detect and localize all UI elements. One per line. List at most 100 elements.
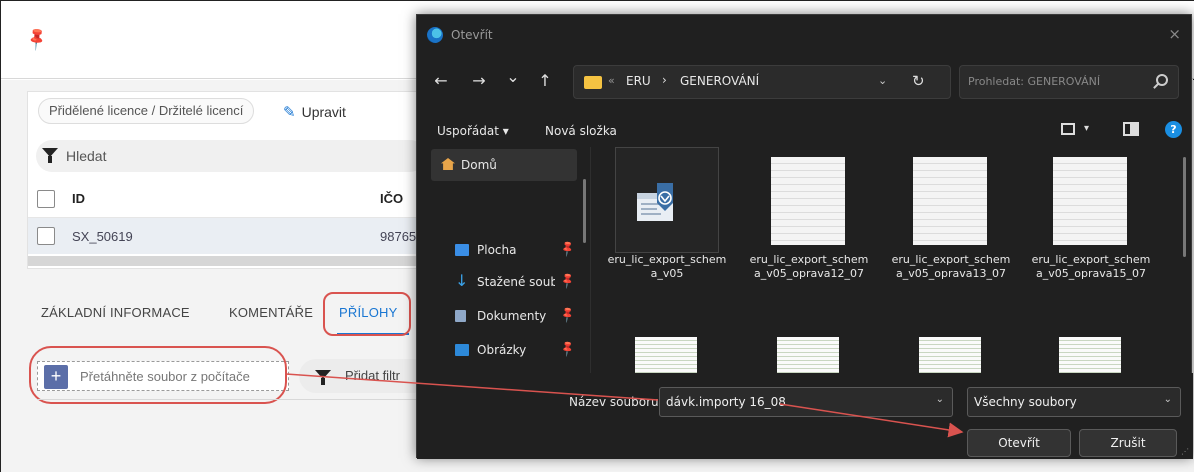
search-placeholder: Prohledat: GENEROVÁNÍ — [968, 75, 1101, 88]
annotation-highlight-tab — [323, 292, 411, 336]
cell-ico: 98765 — [380, 229, 417, 244]
code-file-thumbnail[interactable] — [1059, 337, 1121, 373]
open-file-dialog: Otevřít × ← → ⌄ ↑ « ERU › GENEROVÁNÍ ⌄ ↻… — [416, 14, 1193, 459]
document-icon — [913, 157, 987, 245]
xml-schema-icon — [637, 183, 673, 221]
filename-value: dávk.importy 16_08 — [666, 395, 786, 409]
pin-icon[interactable]: 📌 — [23, 25, 51, 53]
desktop-icon — [455, 244, 469, 256]
table-row[interactable]: SX_50619 98765 — [28, 218, 426, 254]
nav-item-documents[interactable]: Dokumenty 📌 — [431, 305, 591, 329]
nav-scrollbar[interactable] — [583, 179, 586, 243]
file-list: eru_lic_export_schema_v05 eru_lic_export… — [593, 147, 1191, 373]
file-type-select[interactable]: Všechny soubory ⌄ — [967, 387, 1181, 417]
breadcrumb-segment-generovani[interactable]: GENEROVÁNÍ — [680, 74, 759, 88]
file-name: eru_lic_export_schema_v05_oprava12_07 — [749, 253, 869, 280]
nav-item-home[interactable]: Domů — [431, 149, 577, 181]
file-name: eru_lic_export_schema_v05_oprava15_07 — [1031, 253, 1151, 280]
search-bar[interactable]: Hledat — [36, 140, 426, 172]
code-file-thumbnail[interactable] — [777, 337, 839, 373]
dialog-toolbar: Uspořádat ▾ Nová složka ▾ ? — [417, 119, 1193, 145]
search-icon — [1156, 74, 1168, 86]
licence-panel: Přidělené licence / Držitelé licencí ✎ Up… — [27, 91, 427, 269]
documents-icon — [455, 310, 466, 322]
filter-icon — [42, 148, 58, 163]
recent-locations-icon[interactable]: ⌄ — [501, 67, 525, 86]
chevron-right-icon[interactable]: › — [662, 73, 667, 87]
file-item[interactable]: eru_lic_export_schema_v05 — [607, 147, 731, 317]
navigation-bar: ← → ⌄ ↑ « ERU › GENEROVÁNÍ ⌄ ↻ Prohledat… — [417, 63, 1193, 103]
refresh-icon[interactable]: ↻ — [912, 72, 925, 90]
edge-browser-icon — [427, 27, 443, 43]
file-item[interactable]: eru_lic_export_schema_v05_oprava13_07 — [891, 147, 1015, 317]
file-name: eru_lic_export_schema_v05 — [607, 253, 727, 280]
file-item[interactable]: eru_lic_export_schema_v05_oprava15_07 — [1031, 147, 1155, 317]
nav-item-pictures[interactable]: Obrázky 📌 — [431, 339, 591, 363]
view-options-icon[interactable] — [1061, 123, 1075, 135]
file-list-scrollbar[interactable] — [1183, 157, 1186, 257]
navigation-pane: Domů Plocha 📌 ↓ Stažené soubory 📌 Dokume… — [417, 147, 591, 373]
grid-header: ID IČO — [28, 180, 426, 218]
row-checkbox[interactable] — [37, 227, 55, 245]
document-icon — [1053, 157, 1127, 245]
document-icon — [771, 157, 845, 245]
horizontal-scrollbar[interactable] — [28, 256, 426, 266]
search-label: Hledat — [66, 148, 107, 164]
close-icon[interactable]: × — [1168, 25, 1181, 43]
pin-icon: 📌 — [558, 239, 578, 258]
preview-pane-icon[interactable] — [1123, 122, 1139, 136]
nav-item-label: Domů — [461, 158, 497, 172]
download-icon: ↓ — [455, 271, 469, 290]
pictures-icon — [455, 344, 469, 356]
nav-item-label: Obrázky — [477, 343, 527, 357]
edit-label: Upravit — [301, 104, 346, 120]
pencil-icon: ✎ — [283, 104, 296, 121]
filename-label: Název souboru: — [569, 395, 663, 409]
address-bar[interactable]: « ERU › GENEROVÁNÍ ⌄ ↻ — [573, 65, 951, 99]
up-arrow-icon[interactable]: ↑ — [533, 71, 557, 90]
tab-comments[interactable]: KOMENTÁŘE — [229, 305, 313, 320]
overflow-chevron-icon[interactable]: « — [608, 74, 615, 87]
divider — [37, 399, 427, 400]
add-filter-button[interactable]: Přidat filtr — [299, 359, 429, 393]
code-file-thumbnail[interactable] — [635, 337, 697, 373]
cancel-button[interactable]: Zrušit — [1079, 429, 1177, 457]
dialog-title: Otevřít — [451, 28, 493, 42]
pin-icon: 📌 — [558, 305, 578, 324]
help-icon[interactable]: ? — [1165, 121, 1182, 138]
file-type-value: Všechny soubory — [974, 395, 1077, 409]
tab-basic-info[interactable]: ZÁKLADNÍ INFORMACE — [41, 305, 190, 320]
resize-grip-icon[interactable]: ⋰ — [1181, 447, 1189, 456]
open-button[interactable]: Otevřít — [967, 429, 1071, 457]
edit-button[interactable]: ✎ Upravit — [283, 100, 346, 124]
chevron-down-icon[interactable]: ⌄ — [1164, 394, 1172, 405]
folder-icon — [584, 76, 602, 89]
search-input[interactable]: Prohledat: GENEROVÁNÍ — [959, 65, 1179, 99]
breadcrumb-segment-eru[interactable]: ERU — [626, 74, 651, 88]
forward-arrow-icon[interactable]: → — [467, 71, 491, 90]
pin-icon: 📌 — [558, 271, 578, 290]
pin-icon: 📌 — [558, 339, 578, 358]
nav-item-desktop[interactable]: Plocha 📌 — [431, 239, 591, 263]
code-file-thumbnail[interactable] — [919, 337, 981, 373]
chevron-down-icon[interactable]: ⌄ — [936, 394, 944, 405]
dialog-footer: Název souboru: dávk.importy 16_08 ⌄ Všec… — [417, 373, 1193, 459]
organize-menu[interactable]: Uspořádat ▾ — [437, 124, 509, 138]
column-header-ico[interactable]: IČO — [380, 191, 403, 206]
add-filter-label: Přidat filtr — [345, 368, 400, 383]
breadcrumb[interactable]: Přidělené licence / Držitelé licencí — [38, 98, 255, 124]
new-folder-button[interactable]: Nová složka — [545, 124, 617, 138]
column-header-id[interactable]: ID — [72, 191, 85, 206]
select-all-checkbox[interactable] — [37, 190, 55, 208]
view-dropdown-icon[interactable]: ▾ — [1084, 123, 1089, 134]
filename-input[interactable]: dávk.importy 16_08 ⌄ — [659, 387, 953, 417]
home-icon — [441, 158, 455, 170]
chevron-down-icon[interactable]: ⌄ — [878, 74, 887, 87]
annotation-highlight-dropzone — [29, 346, 287, 404]
file-name: eru_lic_export_schema_v05_oprava13_07 — [891, 253, 1011, 280]
nav-item-downloads[interactable]: ↓ Stažené soubory 📌 — [431, 271, 591, 295]
filter-icon — [315, 370, 331, 385]
nav-item-label: Plocha — [477, 243, 517, 257]
back-arrow-icon[interactable]: ← — [429, 71, 453, 90]
file-item[interactable]: eru_lic_export_schema_v05_oprava12_07 — [749, 147, 873, 317]
